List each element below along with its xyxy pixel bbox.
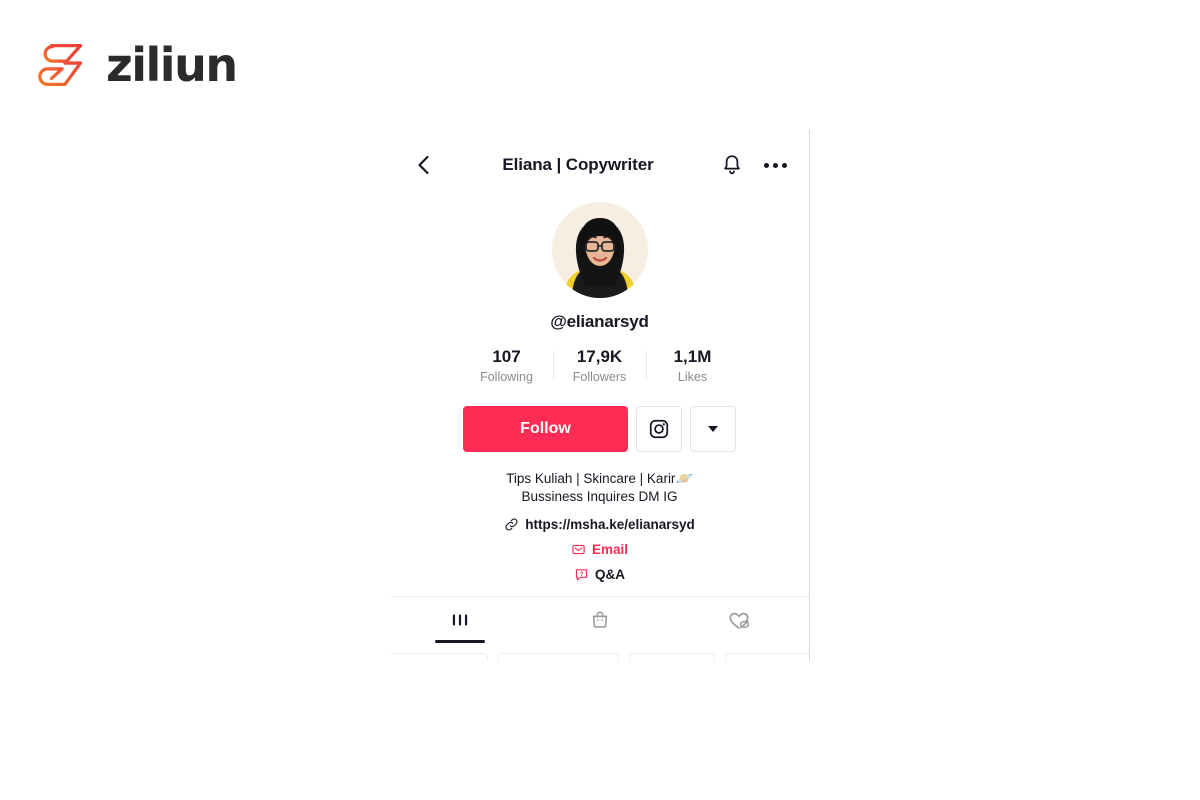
question-bubble-icon: ? [575,569,588,581]
list-item[interactable]: Intern [629,652,715,661]
stat-followers[interactable]: 17,9K Followers [554,347,646,384]
profile-tabs [390,595,809,643]
stat-value: 17,9K [576,347,623,366]
username: @elianarsyd [550,312,649,331]
avatar[interactable] [551,202,648,298]
ziliun-logo: ziliun [36,36,238,94]
email-label: Email [591,541,629,557]
profile-header: Eliana | Copywriter [390,130,809,200]
avatar-container [390,202,809,298]
list-item[interactable]: Your T [724,652,809,661]
chevron-down-icon [708,425,718,432]
playlist-chips[interactable]: Copywriter Scholarship Intern [390,643,809,661]
page-title: Eliana | Copywriter [502,155,654,174]
planet-icon: 🪐 [675,469,693,486]
shopping-bag-icon [592,611,607,628]
bio-line-2: Bussiness Inquires DM IG [521,489,678,505]
profile-actions: Follow [390,405,809,452]
instagram-icon [649,419,669,438]
list-item[interactable]: Scholarship [497,652,620,661]
stat-label: Following [480,369,533,384]
ziliun-z-logo-icon [38,44,83,86]
qa-label: Q&A [595,566,625,582]
avatar-photo [551,202,648,298]
tiktok-profile-viewport: Eliana | Copywriter @elianarsyd 107 Foll… [390,130,810,661]
heart-hidden-icon [729,612,750,629]
stat-label: Followers [572,369,627,384]
svg-text:?: ? [580,572,584,578]
more-options-icon[interactable] [764,162,787,168]
qa-link[interactable]: ? Q&A [390,567,809,582]
page-root: ziliun Eliana | Copywriter @elianarsyd 1… [0,0,1200,800]
bio-link[interactable]: https://msha.ke/elianarsyd [390,517,809,532]
tab-shop[interactable] [530,597,670,643]
tab-videos[interactable] [390,597,530,643]
bio-text: Tips Kuliah | Skincare | Karir [506,470,676,486]
stat-likes[interactable]: 1,1M Likes [647,347,739,384]
more-actions-button[interactable] [690,405,736,452]
envelope-icon [572,544,585,554]
stat-following[interactable]: 107 Following [461,347,553,384]
bio-link-text: https://msha.ke/elianarsyd [525,516,695,532]
list-item[interactable]: Copywriter [390,652,488,661]
profile-stats: 107 Following 17,9K Followers 1,1M Likes [390,347,809,384]
tab-liked[interactable] [669,597,809,643]
bio-line-1: Tips Kuliah | Skincare | Karir🪐 [390,469,809,489]
chevron-left-icon[interactable] [412,153,436,177]
link-icon [505,518,518,531]
email-link[interactable]: Email [390,542,809,557]
stat-value: 107 [492,347,521,366]
stat-label: Likes [677,369,708,384]
ziliun-wordmark: ziliun [106,38,238,92]
videos-grid-icon [452,614,467,626]
bio: Tips Kuliah | Skincare | Karir🪐 Bussines… [390,469,809,507]
header-actions [720,153,787,177]
instagram-button[interactable] [636,405,682,452]
stat-value: 1,1M [673,347,712,366]
bell-icon[interactable] [720,153,744,177]
active-tab-underline [434,640,485,643]
follow-button[interactable]: Follow [463,405,628,452]
